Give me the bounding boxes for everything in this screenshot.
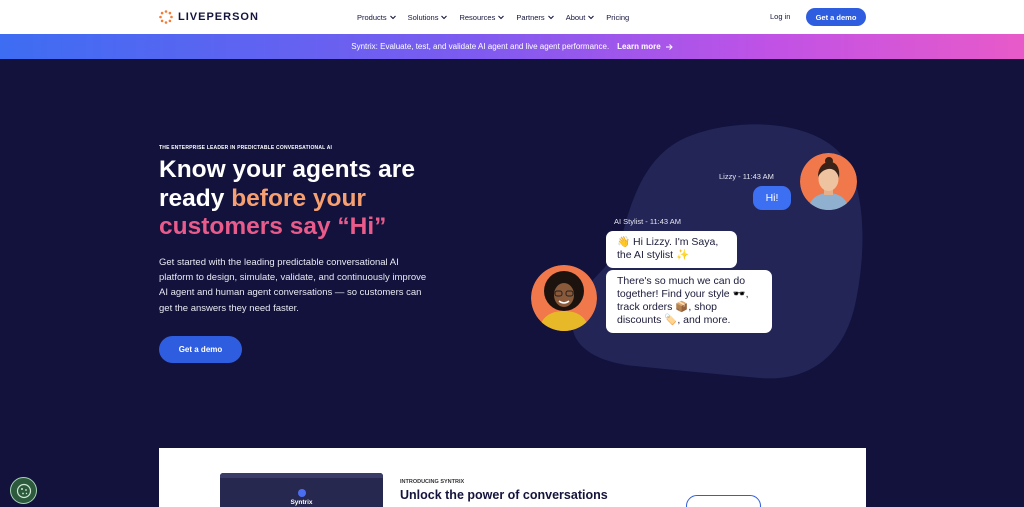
menu-products[interactable]: Products: [357, 13, 397, 22]
menu-label: Resources: [459, 12, 496, 22]
menu-label: Products: [357, 12, 387, 22]
banner-link-label: Learn more: [617, 42, 661, 51]
menu-solutions[interactable]: Solutions: [408, 13, 449, 22]
hero-get-demo-button[interactable]: Get a demo: [159, 336, 242, 363]
agent-portrait-icon: [531, 265, 597, 331]
feature-title: Unlock the power of conversations: [400, 488, 608, 502]
agent-avatar: [531, 265, 597, 331]
syntrix-logo-icon: [298, 489, 306, 497]
announcement-banner: Syntrix: Evaluate, test, and validate AI…: [0, 34, 1024, 59]
customer-avatar: [800, 153, 857, 210]
customer-message-bubble: Hi!: [753, 186, 791, 210]
brand-name: LIVEPERSON: [178, 11, 259, 23]
nav-get-demo-button[interactable]: Get a demo: [806, 8, 866, 26]
screenshot-toolbar: [220, 473, 383, 478]
screenshot-title: Syntrix: [290, 499, 313, 506]
cookie-settings-button[interactable]: [10, 477, 37, 504]
chevron-down-icon: [588, 15, 595, 20]
arrow-right-icon: [665, 43, 673, 50]
customer-portrait-icon: [800, 153, 857, 210]
hero-eyebrow: THE ENTERPRISE LEADER IN PREDICTABLE CON…: [159, 145, 333, 151]
menu-about[interactable]: About: [566, 13, 596, 22]
headline-part-3: customers say “Hi”: [159, 213, 387, 240]
menu-partners[interactable]: Partners: [516, 13, 554, 22]
cookie-icon: [16, 483, 31, 498]
banner-text: Syntrix: Evaluate, test, and validate AI…: [351, 42, 610, 51]
top-nav: LIVEPERSON Products Solutions Resources …: [0, 0, 1024, 34]
liveperson-logo[interactable]: LIVEPERSON: [159, 10, 259, 24]
hero-description: Get started with the leading predictable…: [159, 257, 427, 314]
menu-label: Partners: [516, 12, 545, 22]
menu-pricing[interactable]: Pricing: [606, 13, 629, 22]
menu-label: About: [565, 12, 586, 22]
banner-learn-more-link[interactable]: Learn more: [617, 42, 673, 51]
headline-part-2: before your: [231, 184, 366, 212]
customer-message-meta: Lizzy - 11:43 AM: [719, 172, 774, 181]
syntrix-screenshot: Syntrix: [220, 473, 383, 507]
agent-message-bubble-1: 👋 Hi Lizzy. I'm Saya, the AI stylist ✨: [606, 231, 737, 268]
feature-eyebrow: INTRODUCING SYNTRIX: [400, 479, 465, 485]
agent-message-meta: AI Stylist - 11:43 AM: [614, 217, 681, 226]
hero-headline: Know your agents are ready before your cu…: [159, 156, 479, 242]
agent-message-bubble-2: There's so much we can do together! Find…: [606, 270, 772, 333]
chevron-down-icon: [498, 15, 505, 20]
login-link[interactable]: Log in: [770, 12, 790, 21]
menu-label: Pricing: [606, 12, 630, 22]
menu-resources[interactable]: Resources: [459, 13, 505, 22]
feature-card-button[interactable]: [686, 495, 761, 507]
liveperson-logo-icon: [159, 10, 173, 24]
main-menu: Products Solutions Resources Partners Ab…: [357, 0, 629, 34]
chevron-down-icon: [547, 15, 554, 20]
chevron-down-icon: [389, 15, 396, 20]
menu-label: Solutions: [407, 12, 439, 22]
chevron-down-icon: [441, 15, 448, 20]
